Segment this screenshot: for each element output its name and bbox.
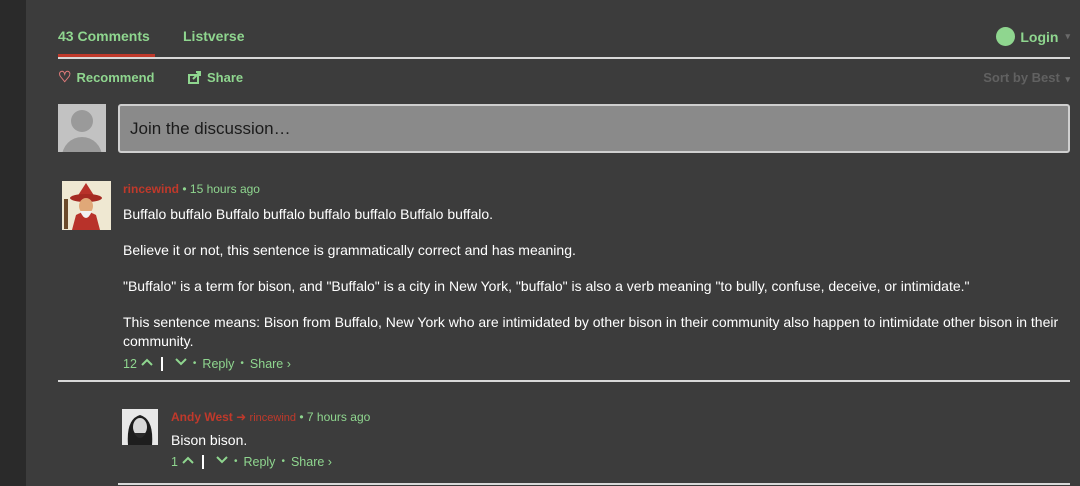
reply-arrow-icon: ➜	[236, 410, 247, 424]
vote-divider	[201, 455, 204, 469]
comment-divider	[58, 380, 1070, 382]
reply-to-author[interactable]: rincewind	[250, 412, 296, 424]
vote-divider	[160, 357, 163, 371]
sort-dropdown[interactable]: Sort by Best ▾	[983, 70, 1070, 85]
comment-meta: Andy West ➜ rincewind • 7 hours ago	[171, 409, 1070, 425]
comment-author[interactable]: Andy West	[171, 410, 233, 424]
comment-timestamp[interactable]: 15 hours ago	[190, 182, 260, 196]
avatar-head-shape	[71, 110, 93, 132]
sort-dropdown-icon: ▾	[1065, 74, 1070, 84]
chevron-up-icon[interactable]	[141, 356, 153, 372]
share-button[interactable]: Share	[188, 70, 243, 85]
comment-paragraph: Believe it or not, this sentence is gram…	[123, 242, 576, 258]
login-dot-icon	[996, 27, 1016, 46]
recommend-button[interactable]: ♡ Recommend	[58, 70, 154, 85]
comment-paragraph: Buffalo buffalo Buffalo buffalo buffalo …	[123, 206, 494, 222]
tab-comments[interactable]: 43 Comments	[58, 28, 155, 57]
sort-label: Sort by Best	[983, 70, 1060, 85]
reply-button[interactable]: Reply	[243, 454, 275, 470]
share-icon	[188, 71, 201, 84]
avatar[interactable]	[62, 181, 111, 230]
footer-separator: •	[281, 456, 285, 467]
comment-paragraph: This sentence means: Bison from Buffalo,…	[123, 314, 1059, 349]
chevron-up-icon[interactable]	[182, 454, 194, 470]
avatar[interactable]	[122, 409, 158, 445]
tab-listverse[interactable]: Listverse	[183, 28, 244, 44]
comment-footer: 12 • Reply • Share ›	[123, 356, 1070, 372]
join-discussion-input[interactable]: Join the discussion…	[118, 104, 1070, 153]
comment-author[interactable]: rincewind	[123, 182, 179, 196]
chevron-down-icon[interactable]	[216, 454, 228, 470]
footer-separator: •	[233, 456, 238, 467]
comment-meta: rincewind • 15 hours ago	[123, 181, 1070, 197]
share-comment-button[interactable]: Share ›	[291, 454, 332, 470]
comment-footer: 1 • Reply • Share ›	[171, 454, 1070, 470]
vote-count: 12	[123, 357, 137, 371]
login-button[interactable]: Login ▾	[996, 27, 1070, 46]
comment-divider	[118, 483, 1070, 485]
comment-body: rincewind • 15 hours ago Buffalo buffalo…	[123, 181, 1070, 372]
reply-button[interactable]: Reply	[202, 356, 234, 372]
login-dropdown-icon: ▾	[1065, 31, 1070, 41]
footer-separator: •	[192, 358, 197, 369]
meta-separator: •	[299, 410, 304, 424]
heart-icon: ♡	[58, 69, 72, 86]
left-page-strip	[0, 0, 26, 486]
meta-separator: •	[182, 182, 187, 196]
footer-separator: •	[240, 358, 244, 369]
comment-body: Andy West ➜ rincewind • 7 hours ago Biso…	[171, 409, 1070, 470]
thread-actions: ♡ Recommend Share Sort by Best ▾	[58, 70, 1070, 90]
share-comment-button[interactable]: Share ›	[250, 356, 291, 372]
comment-paragraph: Bison bison.	[171, 432, 248, 448]
comment-timestamp[interactable]: 7 hours ago	[307, 410, 370, 424]
comment-paragraph: "Buffalo" is a term for bison, and "Buff…	[123, 278, 970, 294]
share-label: Share	[207, 70, 244, 85]
comments-tab-bar: 43 Comments Listverse Login ▾	[58, 0, 1070, 59]
login-label: Login	[1020, 28, 1059, 45]
wizard-avatar-icon	[62, 181, 111, 230]
avatar-body-shape	[62, 137, 102, 152]
chevron-down-icon[interactable]	[175, 356, 187, 372]
portrait-avatar-icon	[122, 409, 158, 445]
current-user-avatar	[58, 104, 106, 152]
vote-count: 1	[171, 455, 178, 469]
recommend-label: Recommend	[76, 70, 155, 85]
